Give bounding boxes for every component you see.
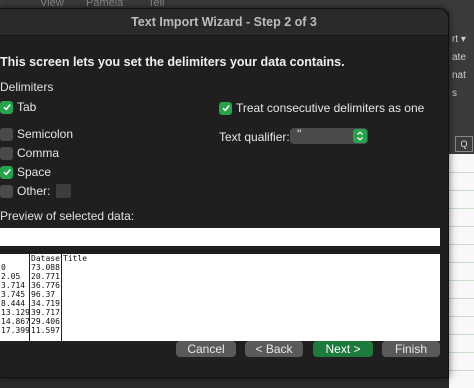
preview-cell: 8.444 bbox=[1, 299, 26, 308]
preview-cell: 3.714 bbox=[1, 281, 26, 290]
delimiter-comma-label: Comma bbox=[17, 146, 60, 160]
delimiter-semicolon-option[interactable]: Semicolon bbox=[0, 126, 73, 142]
dialog-title: Text Import Wizard - Step 2 of 3 bbox=[0, 9, 448, 36]
preview-cell: Title bbox=[63, 254, 88, 263]
preview-column: Dataset 73.088 20.771 36.776 96.37 34.71… bbox=[30, 254, 62, 341]
preview-cell: 17.399 bbox=[1, 326, 29, 335]
select-chevrons-icon[interactable] bbox=[353, 129, 367, 143]
preview-cell bbox=[0, 254, 29, 263]
text-qualifier-value: " bbox=[297, 127, 302, 141]
preview-cell: 20.771 bbox=[31, 272, 60, 281]
delimiter-space-label: Space bbox=[17, 165, 52, 179]
background-panel-text: s bbox=[452, 88, 457, 99]
checkbox-unchecked-icon[interactable] bbox=[0, 184, 13, 198]
back-button[interactable]: < Back bbox=[245, 341, 303, 357]
preview-column-header-bar bbox=[0, 228, 440, 246]
preview-cell: 34.719 bbox=[31, 299, 60, 308]
delimiter-comma-option[interactable]: Comma bbox=[0, 145, 59, 161]
text-qualifier-select[interactable]: " bbox=[290, 127, 368, 144]
finish-button[interactable]: Finish bbox=[382, 341, 440, 357]
preview-cell: 3.745 bbox=[1, 290, 26, 299]
text-qualifier-label: Text qualifier: bbox=[219, 130, 290, 144]
checkbox-checked-icon[interactable] bbox=[0, 165, 13, 179]
delimiters-label: Delimiters bbox=[0, 80, 54, 94]
background-panel-text: nat bbox=[452, 70, 466, 81]
preview-cell: 0 bbox=[1, 263, 6, 272]
preview-cell: Dataset bbox=[31, 254, 61, 263]
checkbox-unchecked-icon[interactable] bbox=[0, 127, 13, 141]
treat-consecutive-option[interactable]: Treat consecutive delimiters as one bbox=[219, 100, 424, 116]
background-panel-box: Q bbox=[455, 136, 473, 152]
preview-cell: 36.776 bbox=[31, 281, 60, 290]
delimiter-tab-option[interactable]: Tab bbox=[0, 99, 36, 115]
background-panel-text: ate bbox=[452, 52, 466, 63]
preview-cell: 96.37 bbox=[31, 290, 56, 299]
preview-cell: 2.05 bbox=[1, 272, 21, 281]
delimiter-other-label: Other: bbox=[17, 184, 51, 198]
other-delimiter-input[interactable] bbox=[56, 184, 72, 198]
background-spreadsheet-panel: rt ▾ ate nat s Q bbox=[448, 12, 474, 388]
background-sheet-grid bbox=[449, 154, 474, 388]
preview-cell: 11.597 bbox=[31, 326, 60, 335]
checkbox-checked-icon[interactable] bbox=[219, 101, 232, 115]
preview-cell: 29.406 bbox=[31, 317, 60, 326]
next-button[interactable]: Next > bbox=[313, 341, 373, 357]
preview-cell: 14.867 bbox=[1, 317, 29, 326]
checkbox-unchecked-icon[interactable] bbox=[0, 146, 13, 160]
intro-text: This screen lets you set the delimiters … bbox=[0, 55, 345, 69]
delimiter-space-option[interactable]: Space bbox=[0, 164, 51, 180]
background-panel-text: rt ▾ bbox=[452, 34, 466, 45]
delimiter-other-option[interactable]: Other: bbox=[0, 183, 72, 199]
preview-column: Title bbox=[62, 254, 262, 341]
preview-cell: 39.717 bbox=[31, 308, 60, 317]
treat-consecutive-label: Treat consecutive delimiters as one bbox=[236, 101, 425, 115]
delimiter-tab-label: Tab bbox=[17, 100, 37, 114]
preview-cell: 13.129 bbox=[1, 308, 29, 317]
preview-cell: 73.088 bbox=[31, 263, 60, 272]
checkbox-checked-icon[interactable] bbox=[0, 100, 13, 114]
cancel-button[interactable]: Cancel bbox=[176, 341, 236, 357]
delimiter-semicolon-label: Semicolon bbox=[17, 127, 74, 141]
preview-column: 0 2.05 3.714 3.745 8.444 13.129 14.867 1… bbox=[0, 254, 30, 341]
data-preview-grid[interactable]: 0 2.05 3.714 3.745 8.444 13.129 14.867 1… bbox=[0, 254, 440, 341]
text-import-wizard-dialog: Text Import Wizard - Step 2 of 3 This sc… bbox=[0, 8, 449, 378]
preview-label: Preview of selected data: bbox=[0, 209, 135, 223]
